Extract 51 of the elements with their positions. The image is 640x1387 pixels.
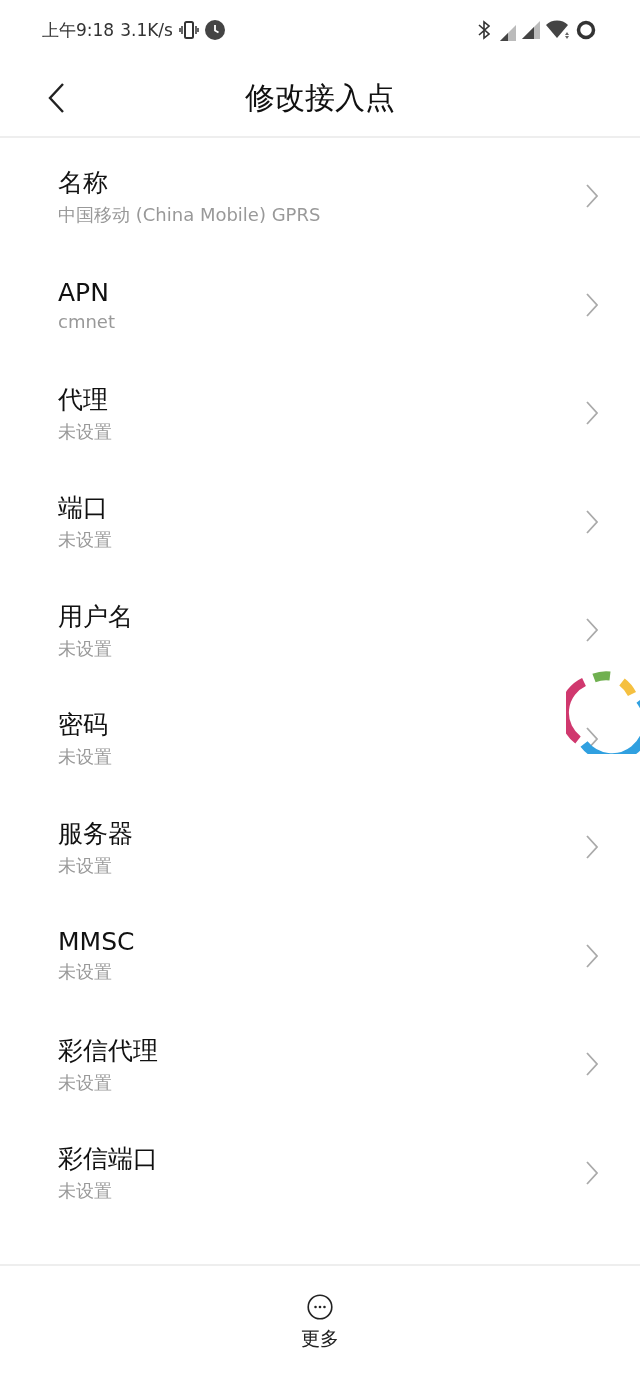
clock-icon bbox=[204, 20, 225, 40]
settings-row[interactable]: 端口 未设置 bbox=[0, 467, 640, 576]
settings-row[interactable]: 服务器 未设置 bbox=[0, 793, 640, 902]
setting-value: 未设置 bbox=[58, 745, 113, 770]
settings-row[interactable]: 密码 未设置 bbox=[0, 684, 640, 793]
chevron-icon bbox=[586, 292, 598, 317]
more-button[interactable]: 更多 bbox=[301, 1294, 339, 1352]
setting-label: 密码 bbox=[58, 709, 109, 742]
setting-label: APN bbox=[58, 277, 110, 307]
bluetooth-icon bbox=[478, 20, 490, 40]
setting-value: cmnet bbox=[58, 310, 116, 332]
page-title: 修改接入点 bbox=[245, 78, 395, 117]
settings-row[interactable]: 彩信端口 未设置 bbox=[0, 1118, 640, 1227]
setting-value: 未设置 bbox=[58, 1179, 113, 1204]
signal-icon bbox=[522, 21, 540, 39]
chevron-icon bbox=[586, 1160, 598, 1185]
settings-row[interactable]: APN cmnet bbox=[0, 250, 640, 359]
setting-label: 彩信端口 bbox=[58, 1143, 159, 1176]
settings-row[interactable]: 彩信代理 未设置 bbox=[0, 1010, 640, 1119]
setting-label: 名称 bbox=[58, 166, 109, 199]
floating-ring-icon[interactable] bbox=[566, 670, 640, 754]
setting-label: 端口 bbox=[58, 492, 109, 525]
chevron-icon bbox=[586, 1052, 598, 1077]
setting-label: 服务器 bbox=[58, 817, 134, 850]
chevron-icon bbox=[586, 509, 598, 534]
vibrate-icon bbox=[178, 21, 199, 39]
setting-label: 代理 bbox=[58, 383, 109, 416]
chevron-icon bbox=[586, 835, 598, 860]
setting-value: 未设置 bbox=[58, 853, 113, 878]
wifi-icon bbox=[546, 20, 570, 40]
setting-label: MMSC bbox=[58, 927, 136, 957]
setting-value: 未设置 bbox=[58, 1070, 113, 1095]
more-icon bbox=[304, 1294, 336, 1320]
setting-value: 未设置 bbox=[58, 528, 113, 553]
setting-label: 用户名 bbox=[58, 600, 134, 633]
chevron-icon bbox=[586, 943, 598, 968]
settings-row[interactable]: MMSC 未设置 bbox=[0, 901, 640, 1010]
chevron-icon bbox=[586, 184, 598, 209]
setting-label: 彩信代理 bbox=[58, 1034, 159, 1067]
chevron-icon bbox=[586, 618, 598, 643]
settings-row[interactable]: 名称 中国移动 (China Mobile) GPRS bbox=[0, 142, 640, 251]
battery-ring-icon bbox=[576, 20, 596, 40]
network-speed: 3.1K/s bbox=[120, 20, 173, 40]
setting-value: 中国移动 (China Mobile) GPRS bbox=[58, 202, 322, 227]
setting-value: 未设置 bbox=[58, 419, 113, 444]
setting-value: 未设置 bbox=[58, 636, 113, 661]
settings-row[interactable]: 代理 未设置 bbox=[0, 359, 640, 468]
setting-value: 未设置 bbox=[58, 960, 113, 985]
status-time: 上午9:18 bbox=[42, 18, 115, 42]
chevron-icon bbox=[586, 401, 598, 426]
settings-row[interactable]: 用户名 未设置 bbox=[0, 576, 640, 685]
